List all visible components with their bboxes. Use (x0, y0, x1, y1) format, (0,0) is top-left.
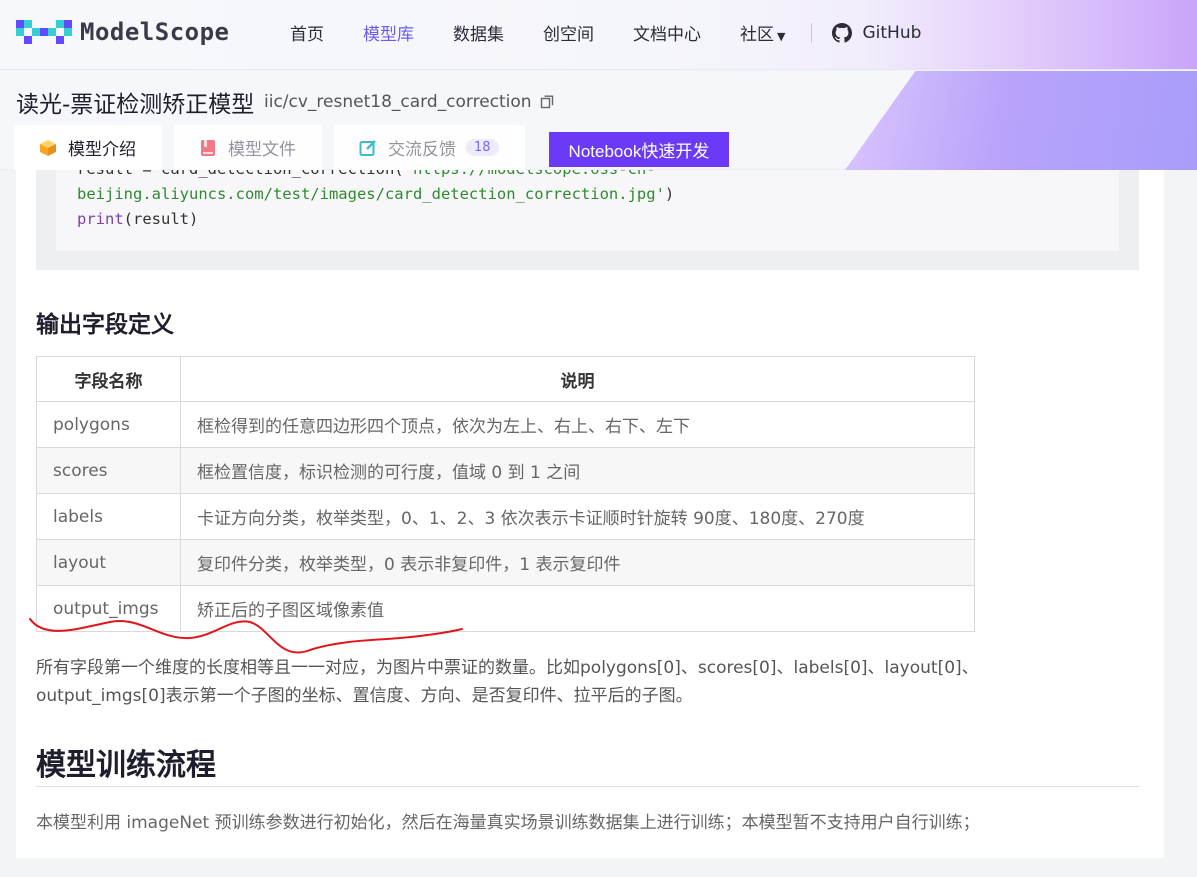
model-tabs: 模型介绍 模型文件 交流反馈 18 Notebook快速开发 (14, 125, 730, 170)
field-description-cell: 框检置信度，标识检测的可行度，值域 0 到 1 之间 (180, 447, 975, 494)
table-row: scores 框检置信度，标识检测的可行度，值域 0 到 1 之间 (36, 447, 975, 494)
caret-down-icon: ▼ (777, 30, 786, 43)
nav-datasets[interactable]: 数据集 (453, 20, 504, 45)
code-line-2-url: beijing.aliyuncs.com/test/images/card_de… (77, 185, 665, 203)
column-header-field-name: 字段名称 (36, 356, 181, 402)
code-block: result = card_detection_correction('http… (36, 170, 1139, 270)
model-readme: result = card_detection_correction('http… (16, 170, 1164, 858)
output-fields-note-line-2: output_imgs[0]表示第一个子图的坐标、置信度、方向、是否复印件、拉平… (36, 686, 693, 706)
training-description: 本模型利用 imageNet 预训练参数进行初始化，然后在海量真实场景训练数据集… (36, 813, 980, 833)
code-print-keyword: print (77, 210, 124, 228)
model-header: 读光-票证检测矫正模型 iic/cv_resnet18_card_correct… (0, 71, 1197, 170)
nav-community-label: 社区 (740, 25, 774, 45)
tab-feedback[interactable]: 交流反馈 18 (334, 125, 525, 170)
model-title: 读光-票证检测矫正模型 (16, 92, 255, 118)
output-fields-table: 字段名称 说明 polygons 框检得到的任意四边形四个顶点，依次为左上、右上… (36, 356, 975, 632)
nav-docs[interactable]: 文档中心 (633, 20, 701, 45)
table-header-row: 字段名称 说明 (36, 356, 975, 402)
modelscope-logo-icon (16, 20, 72, 44)
code-print-args: (result) (123, 210, 199, 228)
github-icon (832, 22, 853, 43)
code-line-2: beijing.aliyuncs.com/test/images/card_de… (77, 182, 1119, 207)
modelscope-logo[interactable]: ModelScope (16, 16, 230, 48)
nav-home[interactable]: 首页 (290, 20, 324, 45)
output-fields-heading: 输出字段定义 (36, 312, 174, 338)
top-navigation: ModelScope 首页 模型库 数据集 创空间 文档中心 社区 ▼ GitHu… (0, 0, 1197, 70)
model-path: iic/cv_resnet18_card_correction (264, 92, 554, 112)
table-row: output_imgs 矫正后的子图区域像素值 (36, 585, 975, 632)
github-link[interactable]: GitHub (832, 22, 922, 43)
output-fields-note-line-1: 所有字段第一个维度的长度相等且一一对应，为图片中票证的数量。比如polygons… (36, 658, 979, 678)
logo-text: ModelScope (80, 18, 230, 46)
code-line-1-call: result = card_detection_correction( (77, 170, 404, 178)
code-line-3: print(result) (77, 207, 1119, 232)
tab-model-intro-label: 模型介绍 (68, 140, 136, 160)
field-description-cell: 复印件分类，枚举类型，0 表示非复印件，1 表示复印件 (180, 539, 975, 586)
code-line-2-paren: ) (664, 185, 675, 203)
box-icon (40, 139, 56, 156)
code-line-1: result = card_detection_correction('http… (77, 170, 1119, 182)
feedback-count-badge: 18 (466, 139, 499, 156)
tab-model-files[interactable]: 模型文件 (174, 125, 322, 170)
field-name-cell: output_imgs (36, 585, 181, 632)
nav-divider (811, 22, 813, 43)
github-label: GitHub (862, 22, 922, 43)
header-decoration (845, 71, 1197, 170)
nav-studios[interactable]: 创空间 (543, 20, 594, 45)
notebook-button[interactable]: Notebook快速开发 (548, 132, 730, 167)
field-description-cell: 矫正后的子图区域像素值 (180, 585, 975, 632)
code-line-1-url: 'https://modelscope.oss-cn- (404, 170, 656, 178)
table-row: labels 卡证方向分类，枚举类型，0、1、2、3 依次表示卡证顺时针旋转 9… (36, 493, 975, 540)
training-heading: 模型训练流程 (36, 748, 216, 783)
main-nav: 首页 模型库 数据集 创空间 文档中心 社区 ▼ GitHub (290, 20, 921, 45)
copy-icon[interactable] (540, 95, 554, 109)
field-description-cell: 框检得到的任意四边形四个顶点，依次为左上、右上、右下、左下 (180, 401, 975, 448)
field-name-cell: scores (36, 447, 181, 494)
field-name-cell: labels (36, 493, 181, 540)
table-row: polygons 框检得到的任意四边形四个顶点，依次为左上、右上、右下、左下 (36, 401, 975, 448)
nav-models[interactable]: 模型库 (363, 20, 414, 45)
column-header-description: 说明 (180, 356, 975, 402)
code-body: result = card_detection_correction('http… (56, 170, 1119, 251)
field-description-cell: 卡证方向分类，枚举类型，0、1、2、3 依次表示卡证顺时针旋转 90度、180度… (180, 493, 975, 540)
field-name-cell: layout (36, 539, 181, 586)
nav-community[interactable]: 社区 ▼ (740, 20, 785, 45)
edit-icon (359, 139, 376, 156)
table-row: layout 复印件分类，枚举类型，0 表示非复印件，1 表示复印件 (36, 539, 975, 586)
heading-divider (36, 786, 1139, 787)
field-name-cell: polygons (36, 401, 181, 448)
tab-model-files-label: 模型文件 (228, 140, 296, 160)
book-icon (201, 139, 215, 156)
output-fields-note: 所有字段第一个维度的长度相等且一一对应，为图片中票证的数量。比如polygons… (36, 654, 1156, 710)
tab-model-intro[interactable]: 模型介绍 (14, 125, 162, 170)
model-path-text: iic/cv_resnet18_card_correction (264, 92, 532, 112)
tab-feedback-label: 交流反馈 (388, 140, 456, 160)
